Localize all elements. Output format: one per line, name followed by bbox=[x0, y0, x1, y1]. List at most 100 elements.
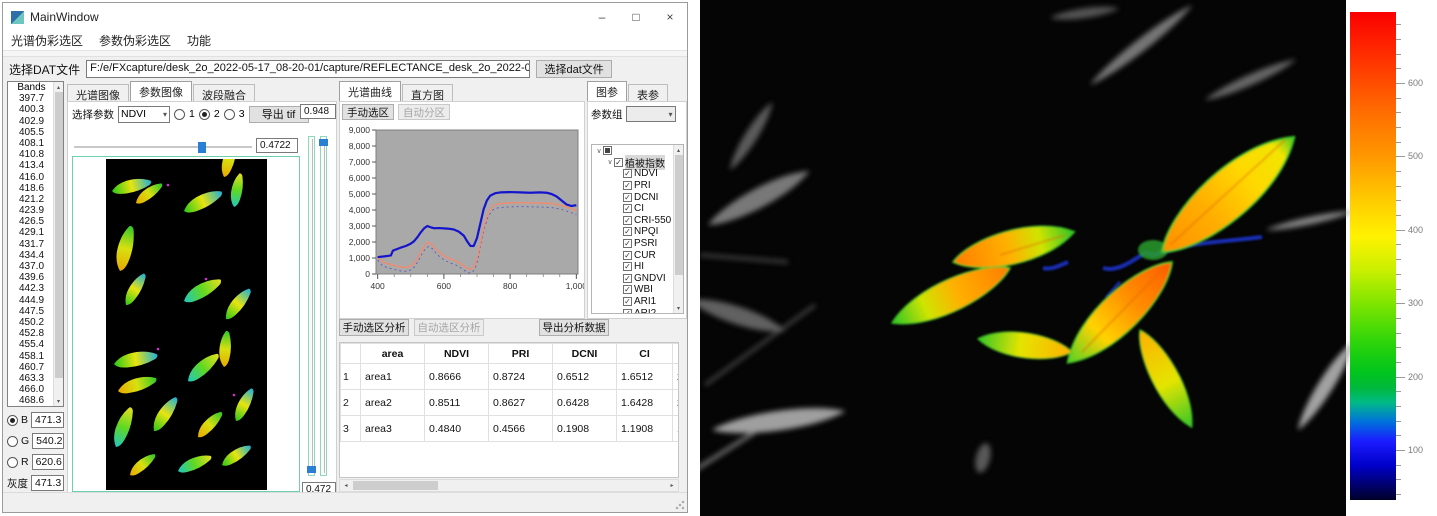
resize-grip[interactable] bbox=[675, 500, 685, 510]
tree-item[interactable]: ✓CI bbox=[592, 203, 683, 215]
export-analysis-button[interactable]: 导出分析数据 bbox=[539, 319, 609, 336]
dat-file-path-input[interactable]: F:/e/FXcapture/desk_2o_2022-05-17_08-20-… bbox=[86, 60, 530, 78]
checkbox-checked[interactable]: ✓ bbox=[623, 309, 632, 314]
table-cell[interactable]: 1 bbox=[341, 364, 361, 390]
tree-item[interactable]: ✓ARI2 bbox=[592, 307, 683, 314]
tab-image-params[interactable]: 图参 bbox=[587, 81, 627, 101]
scroll-down-icon[interactable]: ▾ bbox=[54, 396, 63, 406]
tree-item-label[interactable]: CRI-550 bbox=[634, 215, 671, 226]
tree-item-label[interactable]: PSRI bbox=[634, 238, 657, 249]
channel-r-value[interactable]: 620.6 bbox=[32, 454, 64, 470]
band-item[interactable]: 471.3 bbox=[8, 406, 63, 407]
table-cell[interactable]: 1.314 bbox=[673, 416, 680, 442]
tree-item-label[interactable]: ARI1 bbox=[634, 296, 656, 307]
table-cell[interactable]: 2 bbox=[341, 390, 361, 416]
checkbox-checked[interactable]: ✓ bbox=[623, 227, 632, 236]
analysis-table[interactable]: areaNDVIPRIDCNICIC1area10.86660.87240.65… bbox=[339, 342, 679, 478]
param-group-select[interactable]: ▾ bbox=[626, 106, 676, 122]
table-cell[interactable]: 0.8627 bbox=[489, 390, 553, 416]
scroll-up-icon[interactable]: ▴ bbox=[674, 145, 683, 155]
tab-table-params[interactable]: 表参 bbox=[628, 84, 668, 101]
scroll-up-icon[interactable]: ▴ bbox=[54, 82, 63, 92]
min-vslider[interactable] bbox=[308, 136, 315, 476]
tree-item-label[interactable]: CUR bbox=[634, 250, 656, 261]
tree-item-label[interactable]: WBI bbox=[634, 284, 653, 295]
tree-item-label[interactable]: ARI2 bbox=[634, 308, 656, 314]
tab-histogram[interactable]: 直方图 bbox=[402, 84, 453, 101]
table-cell[interactable]: 1.6512 bbox=[617, 364, 673, 390]
max-vslider[interactable] bbox=[320, 136, 327, 476]
tree-item-label[interactable]: GNDVI bbox=[634, 273, 666, 284]
checkbox-checked[interactable]: ✓ bbox=[623, 239, 632, 248]
checkbox-checked[interactable]: ✓ bbox=[623, 169, 632, 178]
table-cell[interactable]: 0.8666 bbox=[425, 364, 489, 390]
tree-scrollbar[interactable]: ▴ ▾ bbox=[673, 145, 683, 313]
table-cell[interactable]: 1.6428 bbox=[617, 390, 673, 416]
table-row[interactable]: 3area30.48400.45660.19081.19081.314 bbox=[341, 416, 680, 442]
menu-param-pseudocolor[interactable]: 参数伪彩选区 bbox=[91, 31, 179, 50]
checkbox-checked[interactable]: ✓ bbox=[623, 216, 632, 225]
scrollbar-thumb[interactable] bbox=[55, 92, 63, 378]
tree-item-label[interactable]: NPQI bbox=[634, 226, 658, 237]
tree-item[interactable]: ✓PSRI bbox=[592, 238, 683, 250]
table-cell[interactable]: 0.4566 bbox=[489, 416, 553, 442]
table-row[interactable]: 2area20.85110.86270.64281.64282.459 bbox=[341, 390, 680, 416]
tree-item-label[interactable]: NDVI bbox=[634, 168, 658, 179]
table-cell[interactable]: area1 bbox=[361, 364, 425, 390]
checkbox-checked[interactable]: ✓ bbox=[623, 262, 632, 271]
scroll-left-icon[interactable]: ◂ bbox=[340, 480, 352, 491]
tab-spectral-image[interactable]: 光谱图像 bbox=[67, 84, 129, 101]
checkbox-checked[interactable]: ✓ bbox=[623, 193, 632, 202]
menu-functions[interactable]: 功能 bbox=[179, 31, 219, 50]
tree-item[interactable]: ✓NDVI bbox=[592, 168, 683, 180]
auto-partition-button[interactable]: 自动分区 bbox=[398, 104, 450, 120]
tab-spectral-curve[interactable]: 光谱曲线 bbox=[339, 81, 401, 101]
radio-option-2[interactable] bbox=[199, 109, 210, 120]
channel-b-value[interactable]: 471.3 bbox=[31, 412, 64, 428]
bands-scrollbar[interactable]: ▴ ▾ bbox=[53, 82, 63, 406]
table-row[interactable]: 1area10.86660.87240.65121.65122.465 bbox=[341, 364, 680, 390]
expander-icon[interactable]: ∨ bbox=[595, 147, 603, 155]
checkbox-checked[interactable]: ✓ bbox=[623, 274, 632, 283]
table-cell[interactable]: 0.6512 bbox=[553, 364, 617, 390]
tristate-checkbox[interactable] bbox=[603, 146, 612, 155]
range-max-box[interactable]: 0.948 bbox=[300, 104, 336, 119]
maximize-button[interactable]: □ bbox=[619, 3, 653, 31]
tree-item[interactable]: ✓HI bbox=[592, 261, 683, 273]
auto-region-analyze-button[interactable]: 自动选区分析 bbox=[414, 319, 484, 336]
table-cell[interactable]: 0.4840 bbox=[425, 416, 489, 442]
tree-item[interactable]: ✓CUR bbox=[592, 249, 683, 261]
gray-value[interactable]: 471.3 bbox=[31, 475, 64, 491]
threshold-hslider[interactable] bbox=[74, 142, 252, 152]
checkbox-checked[interactable]: ✓ bbox=[623, 251, 632, 260]
table-cell[interactable]: 2.459 bbox=[673, 390, 680, 416]
tree-item-label[interactable]: HI bbox=[634, 261, 644, 272]
table-cell[interactable]: area2 bbox=[361, 390, 425, 416]
max-slider-handle[interactable] bbox=[319, 139, 328, 146]
tree-item-label[interactable]: DCNI bbox=[634, 192, 658, 203]
tree-item[interactable]: ✓PRI bbox=[592, 180, 683, 192]
bands-list[interactable]: Bands ▴ ▾ 397.7400.3402.9405.5408.1410.8… bbox=[7, 81, 64, 407]
tree-item-label[interactable]: CI bbox=[634, 203, 644, 214]
scroll-right-icon[interactable]: ▸ bbox=[666, 480, 678, 491]
tab-band-fusion[interactable]: 波段融合 bbox=[193, 84, 255, 101]
radio-g[interactable] bbox=[7, 436, 18, 447]
tree-item[interactable]: ✓ARI1 bbox=[592, 296, 683, 308]
table-cell[interactable]: 0.6428 bbox=[553, 390, 617, 416]
browse-dat-button[interactable]: 选择dat文件 bbox=[536, 60, 612, 78]
parameter-image-canvas[interactable] bbox=[106, 159, 267, 490]
table-cell[interactable]: 0.8724 bbox=[489, 364, 553, 390]
table-cell[interactable]: 0.1908 bbox=[553, 416, 617, 442]
channel-g-value[interactable]: 540.2 bbox=[32, 433, 64, 449]
close-button[interactable]: × bbox=[653, 3, 687, 31]
tree-item[interactable]: ✓WBI bbox=[592, 284, 683, 296]
table-cell[interactable]: 1.1908 bbox=[617, 416, 673, 442]
table-hscrollbar[interactable]: ◂ ▸ bbox=[339, 479, 679, 492]
scrollbar-thumb[interactable] bbox=[353, 481, 438, 490]
radio-option-1[interactable] bbox=[174, 109, 185, 120]
tree-group[interactable]: ∨✓植被指数 bbox=[592, 157, 683, 169]
table-cell[interactable]: 3 bbox=[341, 416, 361, 442]
tree-item[interactable]: ✓GNDVI bbox=[592, 273, 683, 285]
vegetation-index-tree[interactable]: ▴ ▾ ∨∨✓植被指数✓NDVI✓PRI✓DCNI✓CI✓CRI-550✓NPQ… bbox=[591, 144, 684, 314]
manual-select-button[interactable]: 手动选区 bbox=[342, 104, 394, 120]
